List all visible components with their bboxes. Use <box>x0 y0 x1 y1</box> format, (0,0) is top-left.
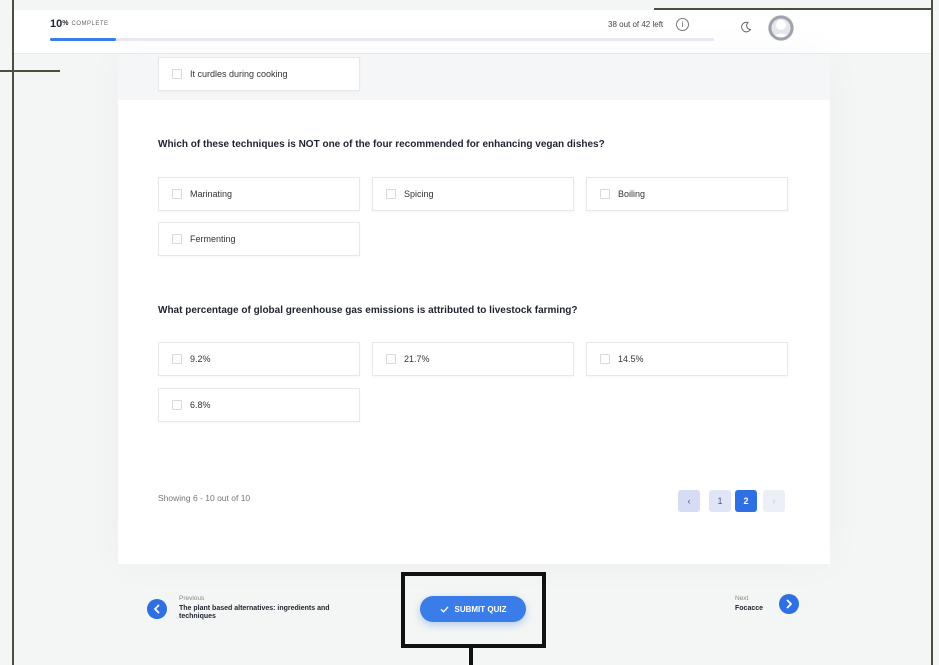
questions-left-count: 38 out of 42 left <box>608 20 664 29</box>
progress-percentage: 10% COMPLETE <box>50 18 109 30</box>
info-icon[interactable]: i <box>676 18 689 31</box>
option-label: Fermenting <box>190 234 236 244</box>
next-lesson-title[interactable]: Focacce <box>735 605 763 612</box>
option-label: Marinating <box>190 189 233 199</box>
pagination-prev-button[interactable]: ‹ <box>678 490 700 512</box>
quiz-option[interactable]: 14.5% <box>586 342 788 376</box>
showing-range-text: Showing 6 - 10 out of 10 <box>158 493 251 503</box>
pagination-next-button[interactable]: › <box>763 490 785 512</box>
submit-quiz-button[interactable]: SUBMIT QUIZ <box>420 596 526 622</box>
option-label: 14.5% <box>618 354 644 364</box>
quiz-header: 10% COMPLETE 38 out of 42 left i <box>14 10 931 54</box>
previous-lesson-label: Previous <box>179 595 205 602</box>
option-checkbox[interactable] <box>172 234 182 244</box>
progress-bar-fill <box>50 38 117 41</box>
option-checkbox[interactable] <box>600 189 610 199</box>
quiz-option[interactable]: It curdles during cooking <box>158 57 360 91</box>
option-checkbox[interactable] <box>386 189 396 199</box>
quiz-option[interactable]: 6.8% <box>158 388 360 422</box>
option-checkbox[interactable] <box>600 354 610 364</box>
option-checkbox[interactable] <box>172 400 182 410</box>
previous-lesson-button[interactable] <box>147 599 167 619</box>
chevron-right-icon <box>786 599 792 609</box>
frame-right-border <box>931 0 933 665</box>
quiz-option[interactable]: Marinating <box>158 177 360 211</box>
quiz-option[interactable]: Fermenting <box>158 222 360 256</box>
option-checkbox[interactable] <box>172 189 182 199</box>
progress-bar <box>50 38 714 41</box>
frame-top-left-border <box>0 70 60 72</box>
question-text: What percentage of global greenhouse gas… <box>158 305 578 316</box>
check-icon <box>440 606 448 613</box>
moon-icon[interactable] <box>740 20 752 38</box>
option-checkbox[interactable] <box>172 69 182 79</box>
option-label: Spicing <box>404 189 434 199</box>
option-label: It curdles during cooking <box>190 69 288 79</box>
question-text: Which of these techniques is NOT one of … <box>158 139 605 150</box>
quiz-option[interactable]: 21.7% <box>372 342 574 376</box>
quiz-option[interactable]: Boiling <box>586 177 788 211</box>
previous-lesson-title[interactable]: The plant based alternatives: ingredient… <box>179 605 359 621</box>
option-checkbox[interactable] <box>172 354 182 364</box>
avatar[interactable] <box>768 15 794 41</box>
next-lesson-label: Next <box>735 595 749 602</box>
quiz-option[interactable]: Spicing <box>372 177 574 211</box>
pagination-page-2[interactable]: 2 <box>735 490 757 512</box>
quiz-option[interactable]: 9.2% <box>158 342 360 376</box>
pagination-page-1[interactable]: 1 <box>709 490 731 512</box>
option-label: 6.8% <box>190 400 211 410</box>
option-label: 9.2% <box>190 354 211 364</box>
submit-quiz-label: SUBMIT QUIZ <box>454 604 507 614</box>
next-lesson-button[interactable] <box>779 594 799 614</box>
chevron-left-icon <box>154 604 160 614</box>
option-label: 21.7% <box>404 354 430 364</box>
progress-unit: % <box>62 20 69 27</box>
frame-left-border <box>12 0 14 665</box>
option-label: Boiling <box>618 189 646 199</box>
option-checkbox[interactable] <box>386 354 396 364</box>
progress-label: COMPLETE <box>71 21 109 27</box>
callout-pointer-line <box>469 648 473 665</box>
